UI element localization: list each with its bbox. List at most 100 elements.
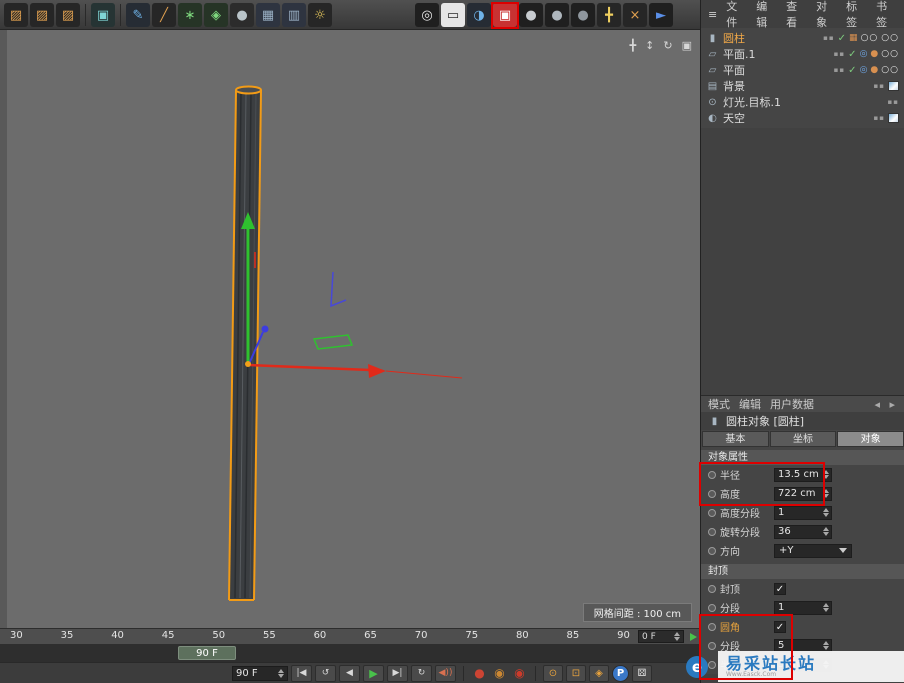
render-picture-viewer-icon[interactable]: ▣	[493, 3, 517, 27]
keyframe-circle-icon[interactable]	[708, 509, 716, 517]
current-frame-field[interactable]: 90 F	[232, 666, 288, 681]
material-sphere-icon-2[interactable]: ●	[545, 3, 569, 27]
material-sphere-icon-1[interactable]: ●	[519, 3, 543, 27]
spinner[interactable]	[823, 641, 829, 650]
clapboard-icon-3[interactable]: ▨	[56, 3, 80, 27]
current-frame-knob[interactable]: 90 F	[178, 646, 236, 660]
visibility-dots-icon[interactable]: ▪▪	[888, 98, 900, 106]
render-settings-icon[interactable]: ◑	[467, 3, 491, 27]
rotation-segments-input[interactable]: 36	[774, 525, 832, 539]
phong-tag-icon[interactable]: ●	[870, 49, 878, 59]
history-arrows-icon[interactable]: ◂ ▸	[874, 398, 898, 411]
autokey-ring-button[interactable]: ◉	[491, 665, 508, 682]
pen-tool-icon[interactable]: ✎	[126, 3, 150, 27]
sound-button[interactable]: ◀))	[435, 665, 456, 682]
powerslider-track[interactable]: 90 F	[0, 644, 700, 662]
enabled-check-icon[interactable]: ✓	[838, 33, 846, 44]
viewport[interactable]: ╋ ↕ ↻ ▣ 网格间距 : 100 cm	[0, 30, 700, 628]
menu-tags[interactable]: 标签	[846, 0, 867, 30]
object-row-plane1[interactable]: ▱ 平面.1 ▪▪ ✓ ◎ ● ○○	[701, 46, 904, 62]
phong-tag-icon[interactable]: ●	[870, 65, 878, 75]
target-tag-icon[interactable]: ◎	[860, 65, 868, 75]
cap-segments-input[interactable]: 1	[774, 601, 832, 615]
menu-objects[interactable]: 对象	[816, 0, 837, 30]
next-key-button[interactable]: ↻	[411, 665, 432, 682]
radius-input[interactable]: 13.5 cm	[774, 468, 832, 482]
timeline-ruler[interactable]: 30 35 40 45 50 55 60 65 70 75 80 85 90 0…	[0, 628, 700, 644]
menu-userdata[interactable]: 用户数据	[770, 396, 814, 412]
record-position-icon[interactable]: ⊙	[543, 665, 563, 682]
target-tag-icon[interactable]: ◎	[860, 49, 868, 59]
menu-mode[interactable]: 模式	[708, 396, 730, 412]
tab-basic[interactable]: 基本	[702, 431, 769, 447]
object-row-cylinder[interactable]: ▮ 圆柱 ▪▪ ✓ ▦ ○○ ○○	[701, 30, 904, 46]
spinner[interactable]	[823, 527, 829, 536]
simulation-dice-icon[interactable]: ⚄	[632, 665, 652, 682]
menu-edit[interactable]: 编辑	[739, 396, 761, 412]
visibility-dots-icon[interactable]: ▪▪	[834, 66, 846, 74]
next-frame-button[interactable]: ▶|	[387, 665, 408, 682]
tab-coordinates[interactable]: 坐标	[770, 431, 837, 447]
object-label[interactable]: 圆柱	[723, 30, 745, 46]
menu-view[interactable]: 查看	[786, 0, 807, 30]
goto-start-button[interactable]: |◀	[291, 665, 312, 682]
visibility-dots-icon[interactable]: ▪▪	[874, 114, 886, 122]
light-tool-icon[interactable]: ☼	[308, 3, 332, 27]
spinner[interactable]	[823, 508, 829, 517]
compositing-tag-icon[interactable]	[888, 113, 899, 123]
metaball-tool-icon[interactable]: ●	[230, 3, 254, 27]
keyframe-circle-icon[interactable]	[708, 490, 716, 498]
array-tool-icon[interactable]: ∗	[178, 3, 202, 27]
camera-tool-icon[interactable]: ▦	[256, 3, 280, 27]
object-row-sky[interactable]: ◐ 天空 ▪▪	[701, 110, 904, 126]
keyframe-circle-icon[interactable]	[708, 642, 716, 650]
keyframe-circle-icon[interactable]	[708, 547, 716, 555]
object-row-plane[interactable]: ▱ 平面 ▪▪ ✓ ◎ ● ○○	[701, 62, 904, 78]
spinner[interactable]	[823, 489, 829, 498]
knife-tool-icon[interactable]: ╱	[152, 3, 176, 27]
record-rotation-icon[interactable]: ◈	[589, 665, 609, 682]
compositing-tag-icon[interactable]	[888, 81, 899, 91]
object-row-background[interactable]: ▤ 背景 ▪▪	[701, 78, 904, 94]
height-segments-input[interactable]: 1	[774, 506, 832, 520]
render-view-icon[interactable]: ◎	[415, 3, 439, 27]
enabled-check-icon[interactable]: ✓	[848, 49, 856, 60]
symmetry-tool-icon[interactable]: ◈	[204, 3, 228, 27]
axis-gizmo[interactable]	[241, 212, 462, 378]
material-sphere-icon-3[interactable]: ●	[571, 3, 595, 27]
uv-tag-icon[interactable]: ○○	[881, 65, 899, 75]
viewport-canvas[interactable]	[0, 30, 700, 628]
section-caps[interactable]: 封顶	[701, 564, 904, 579]
keyframe-circle-icon[interactable]	[708, 623, 716, 631]
spinner[interactable]	[674, 632, 680, 641]
uv-tag-icon[interactable]: ○○	[861, 33, 879, 43]
pan-icon[interactable]: ╋	[630, 39, 637, 52]
visibility-dots-icon[interactable]: ▪▪	[834, 50, 846, 58]
object-label[interactable]: 平面.1	[723, 46, 756, 62]
record-button[interactable]: ●	[471, 665, 488, 682]
maximize-icon[interactable]: ▣	[682, 39, 692, 52]
section-object-properties[interactable]: 对象属性	[701, 450, 904, 465]
visibility-dots-icon[interactable]: ▪▪	[874, 82, 886, 90]
zoom-icon[interactable]: ↕	[645, 39, 654, 52]
clapboard-icon-1[interactable]: ▨	[4, 3, 28, 27]
menu-icon[interactable]: ≡	[708, 8, 717, 21]
stage-tool-icon[interactable]: ▥	[282, 3, 306, 27]
previous-frame-button[interactable]: ◀	[339, 665, 360, 682]
xpresso-icon[interactable]: ×	[623, 3, 647, 27]
spinner[interactable]	[823, 470, 829, 479]
tab-object[interactable]: 对象	[837, 431, 904, 447]
keyframe-circle-icon[interactable]	[708, 471, 716, 479]
record-objects-button[interactable]: ◉	[511, 665, 528, 682]
play-button[interactable]: ▶	[363, 665, 384, 682]
render-region-icon[interactable]: ▭	[441, 3, 465, 27]
texture-tag-icon[interactable]: ▦	[849, 33, 858, 43]
end-frame-field[interactable]: 0 F	[638, 630, 684, 643]
spinner[interactable]	[278, 669, 284, 678]
keyframe-circle-icon[interactable]	[708, 528, 716, 536]
height-input[interactable]: 722 cm	[774, 487, 832, 501]
fillet-checkbox[interactable]: ✓	[774, 621, 786, 633]
coordinate-system-icon[interactable]: ╋	[597, 3, 621, 27]
enabled-check-icon[interactable]: ✓	[848, 65, 856, 76]
record-scale-icon[interactable]: ⊡	[566, 665, 586, 682]
